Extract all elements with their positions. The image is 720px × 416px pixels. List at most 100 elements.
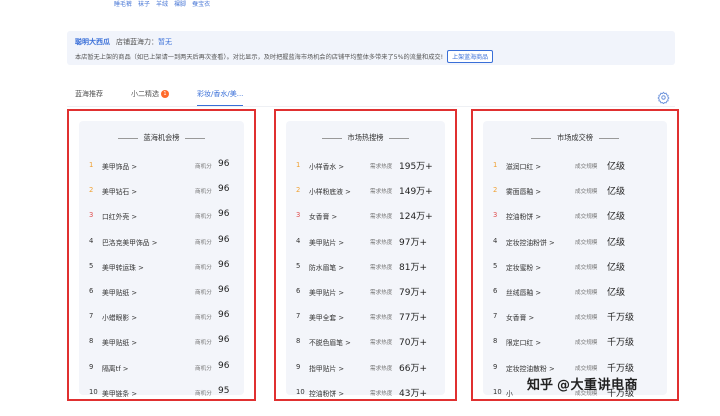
rank-number: 7	[89, 312, 94, 321]
rank-number: 4	[493, 236, 498, 245]
item-name[interactable]: 小样粉底液 >	[309, 186, 351, 196]
shop-name[interactable]: 聪明大西瓜	[75, 37, 110, 47]
top-link[interactable]: 睡毛裤	[114, 0, 132, 9]
item-name[interactable]: 控油粉饼 >	[506, 211, 541, 221]
item-name[interactable]: 雾面唇釉 >	[506, 186, 541, 196]
settings-gear-icon[interactable]	[657, 91, 670, 104]
item-name[interactable]: 定妆控油粉饼 >	[506, 237, 555, 247]
item-name[interactable]: 美甲贴片 >	[309, 287, 344, 297]
list-item[interactable]: 8 限定口红 > 成交规模 千万级	[483, 333, 667, 358]
list-item[interactable]: 1 小样香水 > 需求热度 195万+	[286, 157, 445, 182]
item-name[interactable]: 美甲链条 >	[102, 388, 137, 398]
rank-number: 9	[296, 362, 301, 371]
list-item[interactable]: 4 定妆控油粉饼 > 成交规模 亿级	[483, 233, 667, 258]
metric-label: 成交规模	[575, 365, 598, 372]
list-item[interactable]: 10 美甲链条 > 商机分 95	[79, 384, 244, 409]
tab-curated[interactable]: 小二精选 1	[131, 89, 169, 103]
metric-label: 需求热度	[370, 390, 393, 397]
item-name[interactable]: 限定口红 >	[506, 337, 541, 347]
list-item[interactable]: 3 女香膏 > 需求热度 124万+	[286, 207, 445, 232]
list-item[interactable]: 7 小蜡眼影 > 商机分 96	[79, 308, 244, 333]
metric-label: 需求热度	[370, 289, 393, 296]
list-blue-ocean-button[interactable]: 上架蓝海商品	[447, 50, 494, 63]
metric-value: 124万+	[399, 212, 433, 223]
rank-number: 5	[296, 261, 301, 270]
list-item[interactable]: 7 美甲全套 > 需求热度 77万+	[286, 308, 445, 333]
item-name[interactable]: 美甲贴纸 >	[102, 287, 137, 297]
item-name[interactable]: 指甲贴片 >	[309, 363, 344, 373]
list-item[interactable]: 3 控油粉饼 > 成交规模 亿级	[483, 207, 667, 232]
list-item[interactable]: 5 防水眉笔 > 需求热度 81万+	[286, 258, 445, 283]
list-item[interactable]: 4 美甲贴片 > 需求热度 97万+	[286, 233, 445, 258]
item-name[interactable]: 口红外壳 >	[102, 211, 137, 221]
item-name[interactable]: 隔离tf >	[102, 363, 129, 373]
metric-value: 亿级	[607, 287, 626, 298]
metric-label: 需求热度	[370, 164, 393, 170]
metric-label: 商机分	[195, 289, 212, 296]
list-item[interactable]: 7 女香膏 > 成交规模 千万级	[483, 308, 667, 333]
item-name[interactable]: 小样香水 >	[309, 161, 344, 171]
metric-value: 千万级	[607, 338, 635, 349]
list-item[interactable]: 1 美甲饰品 > 商机分 96	[79, 157, 244, 182]
list-item[interactable]: 6 丝绒唇釉 > 成交规模 亿级	[483, 283, 667, 308]
item-name[interactable]: 美甲饰品 >	[102, 161, 137, 171]
metric-value: 195万+	[399, 162, 433, 172]
ranking-list: 1 滋润口红 > 成交规模 亿级 2 雾面唇釉 > 成交规模 亿级 3 控油粉饼 > 成交规模亿…	[483, 157, 667, 409]
list-item[interactable]: 2 雾面唇釉 > 成交规模 亿级	[483, 182, 667, 207]
category-tabs: 蓝海推荐 小二精选 1 彩妆/香水/美...	[75, 89, 271, 107]
list-item[interactable]: 6 美甲贴片 > 需求热度 79万+	[286, 283, 445, 308]
rank-number: 4	[296, 236, 301, 245]
item-name[interactable]: 小	[506, 388, 513, 398]
capacity: 店铺蓝海力：暂无	[116, 37, 172, 47]
item-name[interactable]: 巴洛克美甲饰品 >	[102, 237, 157, 247]
item-name[interactable]: 滋润口红 >	[506, 161, 541, 171]
top-link[interactable]: 羊绒	[156, 0, 168, 9]
metric-label: 商机分	[195, 365, 212, 372]
list-item[interactable]: 6 美甲贴纸 > 商机分 96	[79, 283, 244, 308]
item-name[interactable]: 定妆控油散粉 >	[506, 363, 555, 373]
top-link[interactable]: 裸脚	[174, 0, 186, 9]
item-name[interactable]: 小蜡眼影 >	[102, 312, 137, 322]
list-item[interactable]: 5 美甲转运珠 > 商机分 96	[79, 258, 244, 283]
item-name[interactable]: 女香膏 >	[309, 211, 337, 221]
list-item[interactable]: 2 美甲钻石 > 商机分 96	[79, 182, 244, 207]
item-name[interactable]: 控油粉饼 >	[309, 388, 344, 398]
metric-label: 商机分	[195, 264, 212, 271]
card-title: 市场成交榜	[483, 133, 667, 143]
item-name[interactable]: 美甲贴片 >	[309, 237, 344, 247]
tab-blue-ocean[interactable]: 蓝海推荐	[75, 89, 103, 103]
item-name[interactable]: 美甲贴纸 >	[102, 337, 137, 347]
metric-value: 96	[218, 209, 230, 220]
list-item[interactable]: 5 定妆蜜粉 > 成交规模 亿级	[483, 258, 667, 283]
item-name[interactable]: 美甲转运珠 >	[102, 262, 144, 272]
metric-label: 商机分	[195, 390, 212, 397]
list-item[interactable]: 10 控油粉饼 > 需求热度 43万+	[286, 384, 445, 409]
tab-cosmetics[interactable]: 彩妆/香水/美...	[197, 89, 244, 107]
metric-value: 96	[218, 310, 230, 321]
watermark-author: @大重讲电商	[557, 378, 639, 393]
metric-value: 70万+	[399, 338, 427, 349]
item-name[interactable]: 美甲全套 >	[309, 312, 344, 322]
list-item[interactable]: 8 不脱色眉笔 > 需求热度 70万+	[286, 333, 445, 358]
item-name[interactable]: 不脱色眉笔 >	[309, 337, 351, 347]
tab-badge: 1	[161, 90, 169, 98]
metric-label: 商机分	[195, 315, 212, 322]
rank-number: 3	[296, 211, 301, 220]
item-name[interactable]: 丝绒唇釉 >	[506, 287, 541, 297]
list-item[interactable]: 3 口红外壳 > 商机分 96	[79, 207, 244, 232]
list-item[interactable]: 9 隔离tf > 商机分 96	[79, 359, 244, 384]
item-name[interactable]: 女香膏 >	[506, 312, 534, 322]
item-name[interactable]: 防水眉笔 >	[309, 262, 344, 272]
list-item[interactable]: 9 指甲贴片 > 需求热度 66万+	[286, 359, 445, 384]
tab-label: 彩妆/香水/美...	[197, 90, 244, 98]
list-item[interactable]: 2 小样粉底液 > 需求热度 149万+	[286, 182, 445, 207]
list-item[interactable]: 8 美甲贴纸 > 商机分 96	[79, 333, 244, 358]
top-link[interactable]: 蚕宝衣	[192, 0, 210, 9]
item-name[interactable]: 定妆蜜粉 >	[506, 262, 541, 272]
item-name[interactable]: 美甲钻石 >	[102, 186, 137, 196]
metric-value: 81万+	[399, 262, 427, 273]
list-item[interactable]: 1 滋润口红 > 成交规模 亿级	[483, 157, 667, 182]
top-link[interactable]: 袜子	[138, 0, 150, 9]
rank-number: 8	[89, 337, 94, 346]
list-item[interactable]: 4 巴洛克美甲饰品 > 商机分 96	[79, 233, 244, 258]
